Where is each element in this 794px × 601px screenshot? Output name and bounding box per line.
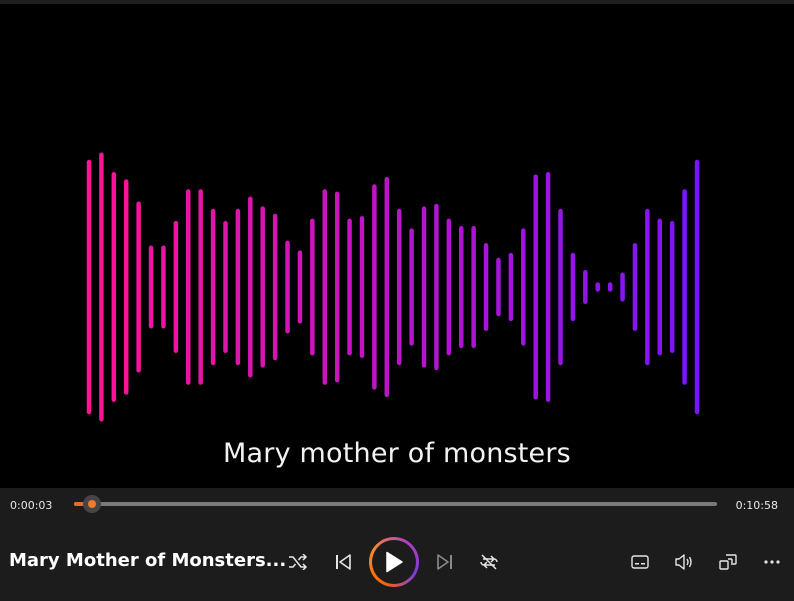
play-icon [386, 551, 403, 573]
repeat-icon [480, 554, 498, 570]
captions-icon [631, 555, 649, 569]
seek-progress [74, 502, 83, 506]
player-controls: 0:00:03 0:10:58 Mary Mother of Monsters.… [0, 488, 794, 601]
previous-button[interactable] [327, 546, 359, 578]
captions-button[interactable] [624, 546, 656, 578]
track-title: Mary Mother of Monsters... [9, 550, 287, 571]
video-caption: Mary mother of monsters [223, 438, 571, 469]
seek-thumb[interactable] [83, 495, 101, 513]
next-button[interactable] [429, 546, 461, 578]
play-button-inner [372, 540, 416, 584]
play-button[interactable] [369, 537, 419, 587]
miniplayer-icon [719, 554, 737, 570]
shuffle-icon [289, 554, 308, 570]
current-time: 0:00:03 [10, 499, 53, 512]
volume-icon [675, 554, 692, 570]
more-icon [764, 560, 780, 564]
total-time: 0:10:58 [735, 499, 778, 512]
previous-icon [336, 554, 351, 570]
video-area[interactable]: Mary mother of monsters [0, 4, 794, 488]
shuffle-button[interactable] [282, 546, 314, 578]
next-icon [437, 554, 452, 570]
more-options-button[interactable] [756, 546, 788, 578]
repeat-button[interactable] [473, 546, 505, 578]
seek-bar[interactable] [74, 495, 717, 513]
miniplayer-button[interactable] [712, 546, 744, 578]
volume-button[interactable] [668, 546, 700, 578]
audio-visualizer [86, 152, 700, 422]
